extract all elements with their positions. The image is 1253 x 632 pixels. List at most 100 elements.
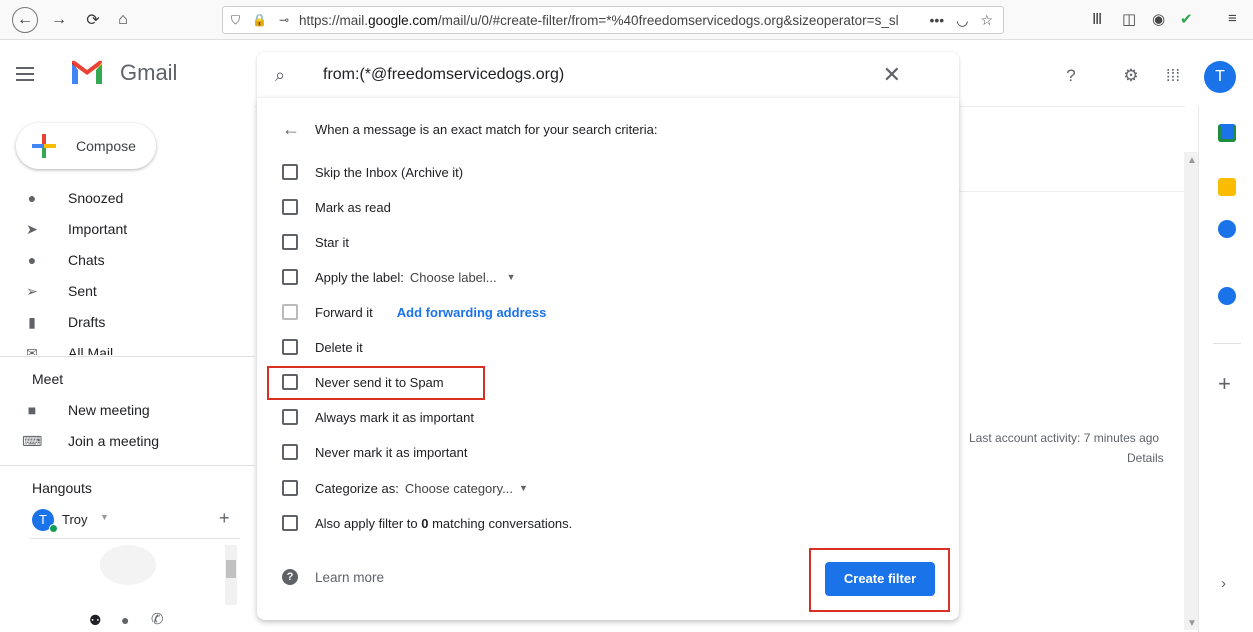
never-important-option[interactable]: Never mark it as important	[282, 441, 467, 463]
keep-icon[interactable]	[1218, 178, 1236, 196]
back-arrow-icon[interactable]: ←	[12, 7, 38, 33]
hangouts-user-name[interactable]: Troy	[62, 512, 88, 527]
chevron-down-icon[interactable]: ▼	[100, 512, 109, 522]
plus-icon	[28, 130, 60, 162]
highlight-box-create-filter	[809, 548, 950, 612]
sidebar-item-label: Chats	[68, 252, 105, 268]
option-label: matching conversations.	[432, 515, 573, 531]
sidebar-item-important[interactable]: ➤ Important	[0, 213, 240, 245]
always-important-option[interactable]: Always mark it as important	[282, 406, 474, 428]
help-icon[interactable]: ?	[1060, 65, 1082, 87]
search-input[interactable]: from:(*@freedomservicedogs.org)	[323, 66, 883, 84]
send-icon: ➢	[26, 282, 38, 299]
get-addons-plus-icon[interactable]: +	[1218, 371, 1231, 397]
meet-item-label: Join a meeting	[68, 433, 160, 449]
option-label: Skip the Inbox (Archive it)	[315, 164, 464, 180]
option-label: Also apply filter to	[315, 515, 418, 531]
person-icon[interactable]: ⚉	[89, 612, 102, 629]
sidebar-item-label: Snoozed	[68, 190, 124, 206]
never-important-checkbox[interactable]	[282, 444, 298, 460]
main-menu-icon[interactable]	[16, 67, 34, 81]
chevron-right-icon[interactable]: ›	[1221, 575, 1226, 592]
always-important-checkbox[interactable]	[282, 409, 298, 425]
dropdown-caret-icon: ▼	[518, 483, 528, 493]
home-icon[interactable]: ⌂	[110, 7, 136, 33]
join-meeting-item[interactable]: ⌨ Join a meeting	[0, 425, 240, 457]
label-select[interactable]: Choose label... ▼	[410, 270, 516, 285]
video-camera-icon: ■	[27, 402, 37, 418]
settings-gear-icon[interactable]: ⚙	[1120, 65, 1142, 87]
forward-checkbox[interactable]	[282, 304, 298, 320]
bookmark-star-icon[interactable]: ☆	[980, 12, 993, 29]
skip-inbox-option[interactable]: Skip the Inbox (Archive it)	[282, 161, 463, 183]
mark-read-checkbox[interactable]	[282, 199, 298, 215]
option-label: Never mark it as important	[315, 444, 468, 460]
also-apply-checkbox[interactable]	[282, 515, 298, 531]
meet-item-label: New meeting	[68, 402, 150, 418]
account-activity-text: Last account activity: 7 minutes ago	[969, 431, 1160, 445]
sidebar-item-chats[interactable]: ● Chats	[0, 244, 240, 276]
delete-checkbox[interactable]	[282, 339, 298, 355]
more-icon[interactable]: •••	[930, 12, 945, 29]
account-avatar[interactable]: T	[1204, 61, 1236, 93]
keyboard-icon: ⌨	[22, 432, 43, 449]
add-forwarding-address-link[interactable]: Add forwarding address	[397, 305, 547, 320]
scroll-down-icon[interactable]: ▼	[1187, 618, 1197, 629]
details-link[interactable]: Details	[1127, 451, 1164, 465]
learn-more-link[interactable]: ? Learn more	[282, 569, 384, 585]
sidebar-item-sent[interactable]: ➢ Sent	[0, 275, 240, 307]
star-option[interactable]: Star it	[282, 231, 349, 253]
new-meeting-item[interactable]: ■ New meeting	[0, 394, 240, 426]
apps-grid-icon[interactable]: ⁞⁞⁞	[1162, 65, 1184, 87]
hangouts-scroll-thumb[interactable]	[226, 560, 236, 578]
mark-read-option[interactable]: Mark as read	[282, 196, 391, 218]
calendar-icon[interactable]	[1218, 124, 1236, 142]
reload-icon[interactable]: ⟳	[80, 7, 106, 33]
apply-label-option[interactable]: Apply the label: Choose label... ▼	[282, 266, 516, 288]
contacts-icon[interactable]	[1218, 287, 1236, 305]
list-row-divider	[955, 191, 1185, 192]
draft-file-icon: ▮	[28, 313, 36, 330]
compose-button[interactable]: Compose	[16, 123, 156, 169]
search-icon[interactable]: ⌕	[275, 65, 299, 86]
categorize-option[interactable]: Categorize as: Choose category... ▼	[282, 477, 528, 499]
url-bar[interactable]: ⛉ 🔒 ⊸ https://mail.google.com/mail/u/0/#…	[222, 6, 1004, 34]
compose-label: Compose	[76, 138, 136, 154]
phone-icon[interactable]: ✆	[151, 610, 164, 628]
forward-option[interactable]: Forward it Add forwarding address	[282, 301, 546, 323]
skip-inbox-checkbox[interactable]	[282, 164, 298, 180]
pocket-icon[interactable]: ◡	[956, 12, 968, 29]
url-text: https://mail.google.com/mail/u/0/#create…	[299, 12, 899, 28]
category-select-value: Choose category...	[404, 480, 513, 496]
browser-toolbar: ← → ⟳ ⌂ ⛉ 🔒 ⊸ https://mail.google.com/ma…	[0, 0, 1253, 40]
hangouts-chat-icon[interactable]: ●	[121, 612, 129, 628]
apply-label-checkbox[interactable]	[282, 269, 298, 285]
sidebar-icon[interactable]: ◫	[1122, 10, 1136, 28]
categorize-checkbox[interactable]	[282, 480, 298, 496]
back-arrow-icon[interactable]: ←	[282, 119, 300, 140]
star-checkbox[interactable]	[282, 234, 298, 250]
extension-check-icon[interactable]: ✔	[1180, 10, 1193, 28]
also-apply-option[interactable]: Also apply filter to 0 matching conversa…	[282, 512, 572, 534]
side-panel-divider	[1213, 343, 1241, 344]
option-label: Categorize as:	[315, 480, 399, 496]
sidebar-item-drafts[interactable]: ▮ Drafts	[0, 306, 240, 338]
close-icon[interactable]: ✕	[883, 62, 901, 88]
sidebar-divider	[0, 465, 255, 466]
account-icon[interactable]: ◉	[1152, 10, 1165, 28]
forward-arrow-icon[interactable]: →	[46, 7, 72, 33]
scroll-up-icon[interactable]: ▲	[1187, 155, 1197, 166]
sidebar-item-snoozed[interactable]: ● Snoozed	[0, 182, 240, 214]
category-select[interactable]: Choose category... ▼	[405, 481, 528, 496]
lock-icon: 🔒	[252, 13, 267, 27]
menu-icon[interactable]: ≡	[1228, 10, 1237, 27]
search-bar[interactable]: ⌕ from:(*@freedomservicedogs.org) ✕	[257, 52, 959, 98]
main-scrollbar[interactable]	[1184, 152, 1198, 630]
tasks-icon[interactable]	[1218, 220, 1236, 238]
highlight-box-never-spam	[267, 366, 485, 400]
add-chat-plus-icon[interactable]: +	[219, 508, 230, 529]
delete-option[interactable]: Delete it	[282, 336, 363, 358]
sidebar-item-all-mail[interactable]: ✉ All Mail	[0, 337, 240, 356]
hangouts-divider	[30, 538, 240, 539]
library-icon[interactable]: Ⅲ	[1092, 10, 1102, 28]
